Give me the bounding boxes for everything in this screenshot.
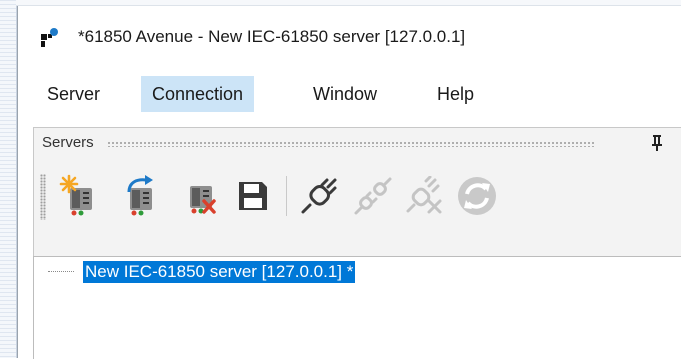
toolbar-grip[interactable] [40, 174, 46, 220]
disconnect-all-icon [406, 176, 442, 214]
pin-icon[interactable] [650, 134, 664, 152]
tree-node-server[interactable]: New IEC-61850 server [127.0.0.1] * [83, 261, 356, 283]
toolbar-separator [286, 176, 287, 216]
connect-icon [301, 178, 337, 214]
menu-connection[interactable]: Connection [141, 76, 255, 112]
open-server-button[interactable] [116, 172, 162, 220]
title-bar: *61850 Avenue - New IEC-61850 server [12… [18, 6, 681, 66]
menu-server[interactable]: Server [36, 76, 111, 112]
disconnect-all-button[interactable] [402, 172, 448, 220]
save-icon [239, 182, 267, 210]
left-edge-strip [0, 0, 17, 358]
window-title: *61850 Avenue - New IEC-61850 server [12… [78, 27, 466, 46]
connect-button[interactable] [296, 172, 342, 220]
menu-help[interactable]: Help [426, 76, 485, 112]
refresh-button[interactable] [454, 172, 500, 220]
menu-window[interactable]: Window [302, 76, 388, 112]
open-server-icon [127, 175, 153, 216]
refresh-icon [458, 177, 496, 215]
servers-tree: New IEC-61850 server [127.0.0.1] * [33, 256, 681, 359]
delete-server-icon [190, 186, 216, 214]
save-button[interactable] [230, 172, 276, 220]
app-window: *61850 Avenue - New IEC-61850 server [12… [17, 6, 681, 359]
panel-grip[interactable] [107, 141, 595, 147]
delete-server-button[interactable] [176, 172, 222, 220]
tree-connector [48, 271, 74, 273]
servers-toolbar [34, 168, 681, 224]
disconnect-button[interactable] [350, 172, 396, 220]
new-server-icon [59, 174, 92, 216]
servers-panel-title: Servers [42, 134, 94, 151]
menu-bar: Server Connection Window Help [18, 76, 681, 114]
servers-panel-header: Servers [34, 128, 681, 158]
disconnect-icon [354, 177, 392, 215]
new-server-button[interactable] [56, 172, 102, 220]
app-logo-icon [41, 28, 58, 47]
